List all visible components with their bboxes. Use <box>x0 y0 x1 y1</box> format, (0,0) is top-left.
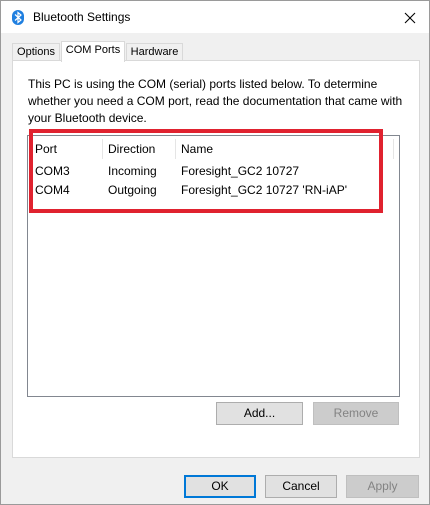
com-ports-panel: This PC is using the COM (serial) ports … <box>12 60 420 458</box>
column-divider[interactable] <box>393 139 394 159</box>
tab-strip: Options COM Ports Hardware <box>1 41 429 62</box>
tab-hardware[interactable]: Hardware <box>126 43 183 61</box>
apply-button[interactable]: Apply <box>346 475 419 498</box>
remove-port-button[interactable]: Remove <box>313 402 399 425</box>
bluetooth-icon <box>12 10 24 25</box>
panel-description: This PC is using the COM (serial) ports … <box>28 77 403 125</box>
close-button[interactable] <box>397 7 423 29</box>
window-title: Bluetooth Settings <box>33 10 131 24</box>
ok-button[interactable]: OK <box>184 475 256 498</box>
add-port-button[interactable]: Add... <box>216 402 303 425</box>
cancel-button[interactable]: Cancel <box>265 475 337 498</box>
title-bar: Bluetooth Settings <box>1 1 429 33</box>
tab-options[interactable]: Options <box>12 43 60 61</box>
bluetooth-settings-dialog: Bluetooth Settings Options COM Ports Har… <box>0 0 430 505</box>
tab-com-ports[interactable]: COM Ports <box>61 41 125 62</box>
close-icon <box>404 12 416 24</box>
red-highlight-annotation <box>29 129 383 213</box>
